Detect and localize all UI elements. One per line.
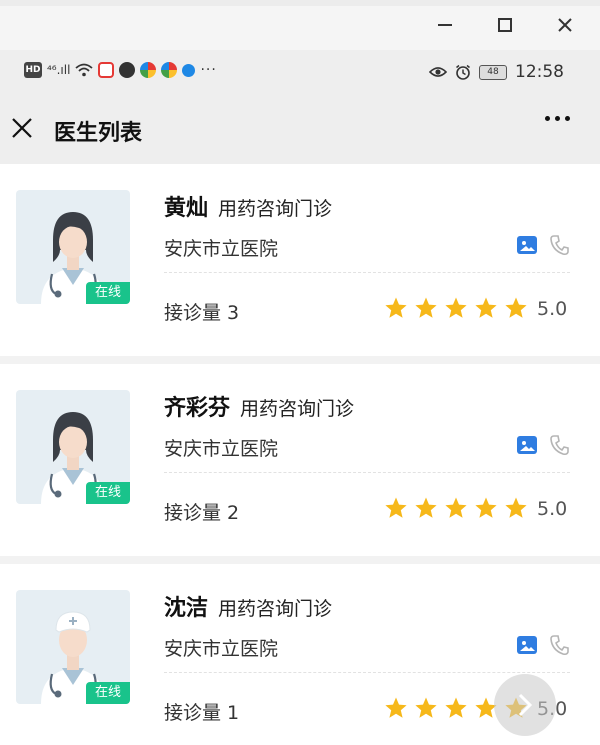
divider (164, 472, 570, 473)
phone-icon[interactable] (549, 434, 569, 456)
browser-icon (182, 63, 196, 77)
star-icon (415, 297, 437, 318)
page-title: 医生列表 (54, 121, 143, 146)
online-badge: 在线 (86, 482, 130, 504)
star-icon (385, 297, 407, 318)
department-label: 用药咨询门诊 (218, 198, 333, 220)
star-icon (385, 697, 407, 718)
consult-count: 接诊量 3 (164, 302, 240, 324)
chat-icon (119, 62, 136, 78)
star-icon (415, 497, 437, 518)
alarm-icon (456, 64, 470, 80)
window-title-bar (0, 0, 600, 50)
more-options-button[interactable] (545, 116, 570, 121)
star-icon (475, 497, 497, 518)
maximize-icon (498, 18, 512, 32)
window-top-strip (0, 0, 600, 6)
more-dot-icon (545, 116, 550, 121)
more-dot-icon (555, 116, 560, 121)
eye-icon (429, 67, 447, 77)
close-icon (558, 18, 572, 32)
divider (164, 672, 570, 673)
more-notifications-icon: ··· (200, 62, 217, 78)
battery-icon: 48 (479, 64, 507, 80)
hospital-label: 安庆市立医院 (164, 438, 279, 460)
doctor-name: 黄灿 用药咨询门诊 (164, 190, 332, 222)
close-icon[interactable] (10, 116, 34, 140)
rating-value: 5.0 (537, 498, 568, 520)
rating-value: 5.0 (537, 298, 568, 320)
phone-icon[interactable] (549, 234, 569, 256)
star-icon (445, 697, 467, 718)
hd-icon: HD (24, 62, 42, 78)
department-label: 用药咨询门诊 (218, 598, 333, 620)
doctor-list: 在线 黄灿 用药咨询门诊 安庆市立医院 接诊量 3 5.0 在线 齐彩芬 用药咨… (0, 164, 600, 745)
app-header: 医生列表 (0, 94, 600, 164)
doctor-name-text: 黄灿 (164, 196, 209, 221)
star-icon (505, 497, 527, 518)
doctor-name: 沈洁 用药咨询门诊 (164, 590, 332, 622)
phone-icon[interactable] (549, 634, 569, 656)
avatar: 在线 (16, 190, 130, 304)
card-separator (0, 556, 600, 564)
star-icon (385, 497, 407, 518)
hospital-label: 安庆市立医院 (164, 638, 279, 660)
hospital-label: 安庆市立医院 (164, 238, 279, 260)
window-close-button[interactable] (550, 12, 580, 38)
divider (164, 272, 570, 273)
star-icon (415, 697, 437, 718)
star-icon (505, 297, 527, 318)
avatar: 在线 (16, 590, 130, 704)
image-consult-icon[interactable] (517, 236, 537, 254)
wifi-icon (75, 63, 94, 77)
star-icon (445, 297, 467, 318)
signal-icon: ⁴⁶.ıll (47, 63, 71, 77)
image-consult-icon[interactable] (517, 436, 537, 454)
doctor-name: 齐彩芬 用药咨询门诊 (164, 390, 354, 422)
image-consult-icon[interactable] (517, 636, 537, 654)
app-icon-1 (140, 62, 157, 78)
chevron-right-icon (518, 693, 533, 717)
consult-count: 接诊量 1 (164, 702, 240, 724)
online-badge: 在线 (86, 282, 130, 304)
doctor-card[interactable]: 在线 齐彩芬 用药咨询门诊 安庆市立医院 接诊量 2 5.0 (0, 364, 600, 556)
doctor-name-text: 沈洁 (164, 596, 209, 621)
avatar: 在线 (16, 390, 130, 504)
minimize-button[interactable] (430, 12, 460, 38)
minimize-icon (438, 24, 452, 26)
clock-time: 12:58 (515, 62, 564, 82)
status-bar: HD ⁴⁶.ıll ··· 48 12:58 (0, 50, 600, 94)
app-icon-2 (161, 62, 178, 78)
card-separator (0, 356, 600, 364)
floating-next-button[interactable] (494, 674, 556, 736)
star-icon (475, 297, 497, 318)
star-rating (384, 296, 528, 320)
maximize-button[interactable] (490, 12, 520, 38)
online-badge: 在线 (86, 682, 130, 704)
star-rating (384, 496, 528, 520)
app-notification-icon (98, 62, 115, 78)
star-icon (445, 497, 467, 518)
more-dot-icon (565, 116, 570, 121)
doctor-card[interactable]: 在线 黄灿 用药咨询门诊 安庆市立医院 接诊量 3 5.0 (0, 164, 600, 356)
department-label: 用药咨询门诊 (240, 398, 355, 420)
doctor-name-text: 齐彩芬 (164, 396, 231, 421)
consult-count: 接诊量 2 (164, 502, 240, 524)
